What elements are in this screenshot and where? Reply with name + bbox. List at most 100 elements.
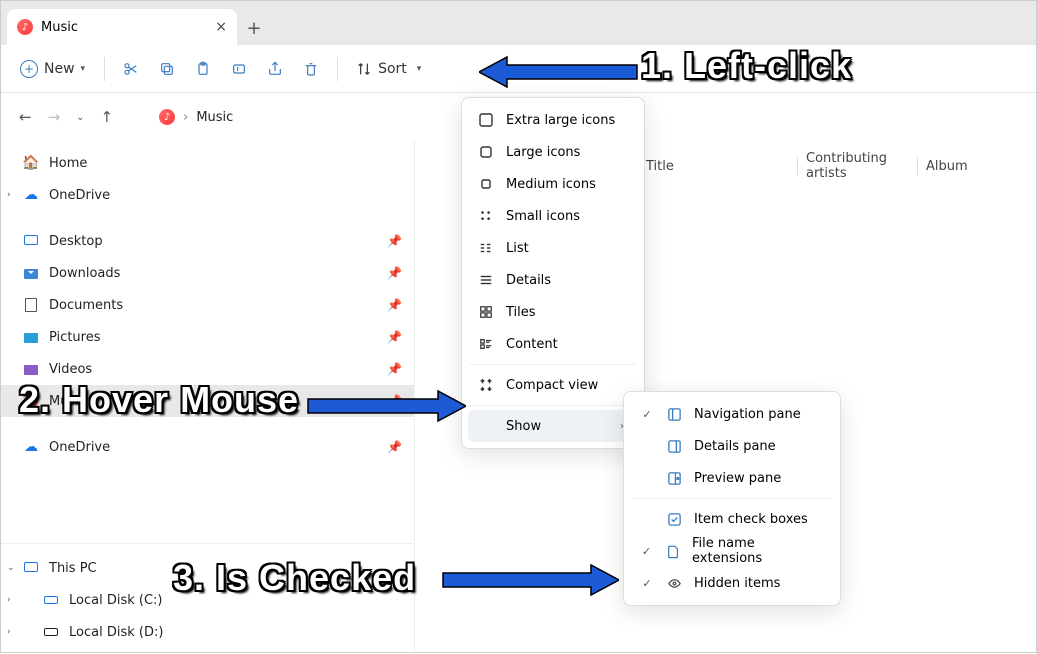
collapse-icon[interactable]: ⌄ <box>7 563 15 573</box>
paste-button[interactable] <box>187 52 219 86</box>
recent-dropdown[interactable]: ⌄ <box>76 112 84 123</box>
cloud-icon: ☁ <box>23 439 39 455</box>
breadcrumb-sep: › <box>183 110 188 125</box>
sidebar-item-downloads[interactable]: Downloads📌 <box>1 257 414 289</box>
sidebar-label: Documents <box>49 298 123 313</box>
share-button[interactable] <box>259 52 291 86</box>
sidebar-item-pictures[interactable]: Pictures 📌 <box>1 321 414 353</box>
show-submenu: ✓Navigation pane Details pane Preview pa… <box>623 391 841 606</box>
tab-music[interactable]: ♪ Music × <box>7 9 237 45</box>
copy-icon <box>159 61 175 77</box>
check-icon: ✓ <box>640 545 653 558</box>
annotation-3: 3. Is Checked <box>173 557 416 599</box>
rename-icon <box>231 61 247 77</box>
expand-icon[interactable]: › <box>7 627 11 637</box>
sidebar-item-desktop[interactable]: Desktop📌 <box>1 225 414 257</box>
sidebar-label: OneDrive <box>49 188 110 203</box>
view-menu: Extra large icons Large icons Medium ico… <box>461 97 645 449</box>
column-artists[interactable]: Contributing artists <box>797 157 917 175</box>
menu-item-sm-icons[interactable]: Small icons <box>468 200 638 232</box>
arrow-2 <box>306 389 466 423</box>
menu-item-tiles[interactable]: Tiles <box>468 296 638 328</box>
new-button[interactable]: + New ▾ <box>11 52 94 86</box>
copy-button[interactable] <box>151 52 183 86</box>
cut-button[interactable] <box>115 52 147 86</box>
nav-pane-icon <box>666 406 682 422</box>
annotation-2: 2. Hover Mouse <box>19 379 299 421</box>
sort-label: Sort <box>378 61 407 77</box>
menu-item-show[interactable]: Show› <box>468 410 638 442</box>
expand-icon[interactable]: › <box>7 190 11 200</box>
sidebar-item-onedrive[interactable]: ›☁OneDrive <box>1 179 414 211</box>
menu-item-nav-pane[interactable]: ✓Navigation pane <box>630 398 834 430</box>
menu-item-details[interactable]: Details <box>468 264 638 296</box>
rename-button[interactable] <box>223 52 255 86</box>
sidebar-item-onedrive2[interactable]: ☁ OneDrive 📌 <box>1 431 414 463</box>
sidebar-item-home[interactable]: 🏠Home <box>1 147 414 179</box>
arrow-3 <box>441 563 619 597</box>
menu-item-md-icons[interactable]: Medium icons <box>468 168 638 200</box>
menu-item-hidden[interactable]: ✓Hidden items <box>630 567 834 599</box>
pin-icon: 📌 <box>387 362 402 376</box>
sidebar-label: OneDrive <box>49 440 110 455</box>
xl-icon <box>478 112 494 128</box>
column-album[interactable]: Album <box>917 157 976 175</box>
check-icon: ✓ <box>640 408 654 421</box>
arrow-1 <box>479 55 639 89</box>
pin-icon: 📌 <box>387 440 402 454</box>
trash-icon <box>303 61 319 77</box>
content-icon <box>478 336 494 352</box>
delete-button[interactable] <box>295 52 327 86</box>
sm-icon <box>478 208 494 224</box>
menu-item-lg-icons[interactable]: Large icons <box>468 136 638 168</box>
annotation-1: 1. Left-click <box>641 45 852 87</box>
menu-item-xl-icons[interactable]: Extra large icons <box>468 104 638 136</box>
file-icon <box>665 543 680 559</box>
sidebar-item-local-d[interactable]: › Local Disk (D:) <box>1 616 414 648</box>
pc-icon <box>23 560 39 576</box>
menu-item-checkboxes[interactable]: Item check boxes <box>630 503 834 535</box>
compact-icon <box>478 377 494 393</box>
menu-item-extensions[interactable]: ✓File name extensions <box>630 535 834 567</box>
sidebar-label: Pictures <box>49 330 100 345</box>
menu-item-compact[interactable]: Compact view <box>468 369 638 401</box>
music-icon: ♪ <box>17 19 33 35</box>
column-title[interactable]: Title <box>637 157 797 175</box>
pin-icon: 📌 <box>387 298 402 312</box>
menu-item-list[interactable]: List <box>468 232 638 264</box>
lg-icon <box>478 144 494 160</box>
new-tab-button[interactable]: + <box>237 11 271 45</box>
up-button[interactable]: ↑ <box>101 108 114 126</box>
tab-bar: ♪ Music × + <box>1 1 1036 45</box>
videos-icon <box>23 361 39 377</box>
menu-item-preview-pane[interactable]: Preview pane <box>630 462 834 494</box>
sort-button[interactable]: Sort ▾ <box>348 52 429 86</box>
sidebar-label: Desktop <box>49 234 103 249</box>
forward-button[interactable]: → <box>48 108 61 126</box>
sidebar-label: Local Disk (D:) <box>69 625 163 640</box>
menu-item-details-pane[interactable]: Details pane <box>630 430 834 462</box>
desktop-icon <box>23 233 39 249</box>
checkbox-icon <box>666 511 682 527</box>
preview-pane-icon <box>666 470 682 486</box>
tab-close-button[interactable]: × <box>215 19 227 35</box>
expand-icon[interactable]: › <box>7 595 11 605</box>
documents-icon <box>23 297 39 313</box>
breadcrumb[interactable]: ♪ › Music <box>159 109 233 125</box>
sidebar-label: Videos <box>49 362 92 377</box>
pin-icon: 📌 <box>387 330 402 344</box>
sidebar-label: Local Disk (C:) <box>69 593 162 608</box>
details-icon <box>478 272 494 288</box>
menu-item-content[interactable]: Content <box>468 328 638 360</box>
sidebar-item-documents[interactable]: Documents 📌 <box>1 289 414 321</box>
music-icon: ♪ <box>159 109 175 125</box>
pin-icon: 📌 <box>387 266 402 280</box>
drive-icon <box>43 624 59 640</box>
drive-icon <box>43 592 59 608</box>
plus-circle-icon: + <box>20 60 38 78</box>
clipboard-icon <box>195 61 211 77</box>
sidebar-label: This PC <box>49 561 97 576</box>
md-icon <box>478 176 494 192</box>
tiles-icon <box>478 304 494 320</box>
back-button[interactable]: ← <box>19 108 32 126</box>
